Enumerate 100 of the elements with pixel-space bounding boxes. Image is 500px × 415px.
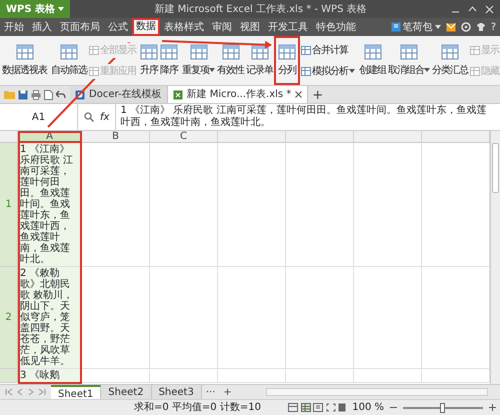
ribbon-button[interactable]: 升序	[139, 36, 159, 85]
ribbon-button[interactable]: 降序	[159, 36, 179, 85]
table-icon	[222, 44, 240, 60]
page-view-icon[interactable]	[313, 403, 324, 412]
zoom-icon[interactable]	[84, 112, 94, 122]
window-title: 新建 Microsoft Excel 工作表.xls * - WPS 表格	[153, 2, 368, 16]
fullscreen-icon[interactable]	[326, 403, 336, 412]
pocket-label[interactable]: 笔荷包	[402, 20, 433, 34]
formula-text[interactable]: 1 《江南》 乐府民歌 江南可采莲，莲叶何田田。鱼戏莲叶间。鱼戏莲叶东，鱼戏莲叶西，鱼戏莲叶南，鱼戏莲叶北。	[116, 104, 500, 130]
grid-cell[interactable]	[150, 143, 218, 267]
ribbon-button[interactable]: 数据透视表	[1, 36, 48, 85]
table-icon	[301, 46, 311, 54]
table-icon	[16, 44, 34, 60]
grid-view-icon[interactable]	[300, 403, 311, 412]
grid-cell[interactable]: 2 《敕勒歌》北朝民歌 敕勒川，阴山下。天似穹庐，笼盖四野。天苍苍，野茫茫，风吹草低见牛羊。	[18, 267, 82, 369]
menu-tab[interactable]: 公式	[104, 18, 132, 36]
save-icon[interactable]	[18, 90, 28, 100]
menu-tab[interactable]: 表格样式	[160, 18, 208, 36]
table-icon	[89, 46, 99, 54]
menu-tab[interactable]: 审阅	[208, 18, 236, 36]
document-tab[interactable]: Docer-在线模板	[70, 86, 168, 103]
grid-cell[interactable]	[82, 143, 150, 267]
undo-icon[interactable]	[56, 90, 66, 99]
vertical-scrollbar[interactable]	[490, 131, 500, 384]
table-icon	[364, 44, 382, 60]
table-icon	[190, 44, 208, 60]
help-button[interactable]: ?	[490, 20, 496, 34]
menu-tab[interactable]: 特色功能	[312, 18, 360, 36]
menu-tab[interactable]: 数据	[132, 18, 160, 36]
more-sheets-button[interactable]: ···	[202, 385, 220, 399]
close-icon[interactable]	[295, 91, 302, 98]
name-box[interactable]: A1	[0, 104, 78, 130]
grid-cell[interactable]	[286, 267, 354, 369]
grid-cell[interactable]	[286, 369, 354, 383]
grid-cell[interactable]	[218, 369, 286, 383]
table-icon	[60, 44, 78, 60]
ribbon-button[interactable]: 重复项	[181, 36, 216, 85]
grid-cell[interactable]	[354, 267, 422, 369]
sheet-nav-icon[interactable]	[38, 388, 46, 396]
ribbon-button[interactable]: 模拟分析	[300, 64, 356, 78]
table-icon	[400, 44, 418, 60]
document-icon[interactable]	[44, 90, 53, 100]
document-tab[interactable]: 新建 Micro...作表.xls *	[168, 86, 308, 103]
select-all-corner[interactable]	[0, 131, 18, 143]
ribbon-button[interactable]: 取消组合	[387, 36, 431, 85]
column-header[interactable]	[354, 131, 422, 143]
mail-icon[interactable]	[446, 22, 456, 32]
table-icon	[441, 44, 459, 60]
horizontal-scrollbar[interactable]	[266, 388, 488, 396]
menu-tab[interactable]: 插入	[28, 18, 56, 36]
grid-cell[interactable]: 1 《江南》乐府民歌 江南可采莲，莲叶何田田。鱼戏莲叶间。鱼戏莲叶东，鱼戏莲叶西，鱼戏莲叶南，鱼戏莲叶北。	[18, 143, 82, 267]
table-icon	[278, 44, 296, 60]
zoom-in-icon[interactable]	[489, 404, 496, 411]
sheet-tab[interactable]: Sheet2	[101, 385, 152, 399]
grid-cell[interactable]	[150, 369, 218, 383]
fx-button[interactable]: fx	[100, 110, 110, 124]
grid-cell[interactable]	[286, 143, 354, 267]
column-header[interactable]: B	[82, 131, 150, 143]
table-icon	[140, 44, 158, 60]
menu-tab[interactable]: 开始	[0, 18, 28, 36]
grid-cell[interactable]	[218, 267, 286, 369]
normal-view-icon[interactable]	[288, 403, 298, 412]
menu-tab[interactable]: 开发工具	[264, 18, 312, 36]
ribbon-button[interactable]: 创建组	[358, 36, 387, 85]
zoom-out-icon[interactable]	[390, 404, 397, 411]
row-header[interactable]	[0, 369, 18, 383]
ribbon-button[interactable]: 分类汇总	[431, 36, 469, 85]
column-header[interactable]: C	[150, 131, 218, 143]
new-tab-button[interactable]: +	[308, 86, 328, 103]
maximize-icon[interactable]	[468, 4, 477, 14]
ribbon-button[interactable]: 有效性	[216, 36, 245, 85]
settings-icon[interactable]	[460, 22, 471, 32]
ribbon-button[interactable]: 分列	[274, 36, 300, 85]
column-header[interactable]	[422, 131, 490, 143]
table-icon	[470, 66, 480, 76]
grid-cell[interactable]	[82, 267, 150, 369]
table-icon	[470, 46, 480, 54]
menu-tab[interactable]: 页面布局	[56, 18, 104, 36]
column-header[interactable]	[286, 131, 354, 143]
status-summary: 求和=0 平均值=0 计数=10	[134, 400, 261, 415]
table-icon	[89, 66, 99, 76]
grid-cell[interactable]	[150, 267, 218, 369]
menu-tab[interactable]: 视图	[236, 18, 264, 36]
sheet-nav-icon[interactable]	[5, 388, 13, 396]
caret-icon	[58, 7, 64, 11]
add-sheet-button[interactable]: +	[219, 385, 236, 399]
app-menu-button[interactable]: WPS 表格	[0, 0, 70, 18]
zoom-slider-thumb[interactable]	[440, 402, 445, 412]
column-header[interactable]	[218, 131, 286, 143]
zoom-percent[interactable]: 100 %	[352, 400, 384, 415]
sheet-tab[interactable]: Sheet3	[152, 385, 202, 399]
grid-cell[interactable]	[82, 369, 150, 383]
sheet-tab[interactable]: Sheet1	[51, 385, 102, 399]
grid-cell[interactable]	[354, 143, 422, 267]
table-icon	[160, 44, 178, 60]
ribbon-button[interactable]: 自动筛选	[50, 36, 88, 85]
printer-icon[interactable]	[31, 90, 41, 100]
grid-cell[interactable]	[218, 143, 286, 267]
table-icon	[250, 44, 268, 60]
grid-cell[interactable]	[354, 369, 422, 383]
